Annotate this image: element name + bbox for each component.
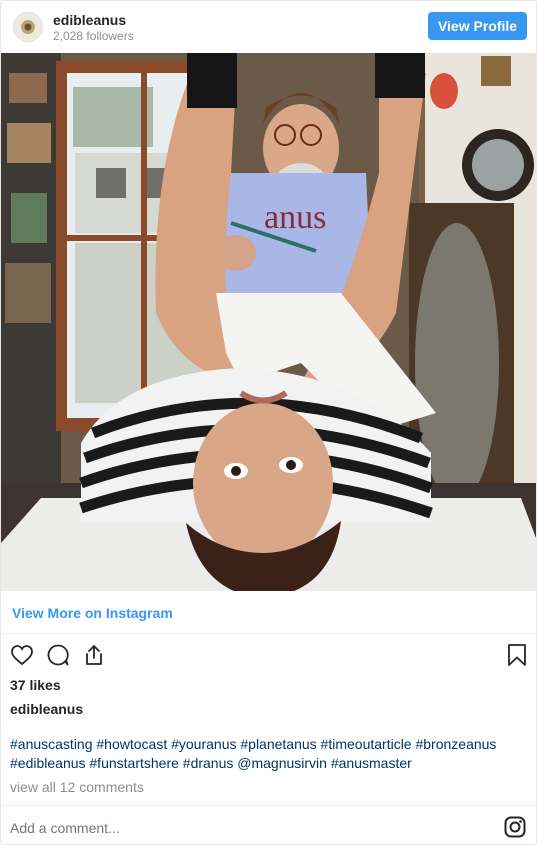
apron-text: anus (264, 199, 326, 236)
profile-avatar-icon[interactable] (13, 12, 43, 42)
hashtags-line-1[interactable]: #anuscasting #howtocast #youranus #plane… (10, 735, 525, 754)
caption-hashtags: #anuscasting #howtocast #youranus #plane… (10, 735, 525, 773)
view-all-comments-link[interactable]: view all 12 comments (10, 779, 144, 795)
heart-icon[interactable] (10, 643, 34, 667)
bookmark-icon[interactable] (505, 643, 529, 667)
view-more-on-instagram-link[interactable]: View More on Instagram (12, 605, 173, 621)
post-header: edibleanus 2,028 followers View Profile (1, 1, 536, 53)
caption-username[interactable]: edibleanus (10, 701, 83, 717)
like-count[interactable]: 37 likes (10, 677, 61, 693)
comment-icon[interactable] (46, 643, 70, 667)
add-comment-input[interactable] (10, 820, 480, 836)
divider (1, 805, 536, 806)
share-icon[interactable] (82, 643, 106, 667)
header-username[interactable]: edibleanus (53, 12, 126, 28)
follower-count: 2,028 followers (53, 29, 134, 43)
hashtags-line-2[interactable]: #edibleanus #funstartshere #dranus @magn… (10, 754, 525, 773)
view-profile-button[interactable]: View Profile (428, 12, 527, 40)
divider (1, 633, 536, 634)
post-photo-illustration: anus (1, 53, 536, 591)
instagram-embed-card: edibleanus 2,028 followers View Profile (0, 0, 537, 845)
post-photo[interactable]: anus (1, 53, 536, 591)
instagram-logo-icon[interactable] (504, 816, 526, 838)
